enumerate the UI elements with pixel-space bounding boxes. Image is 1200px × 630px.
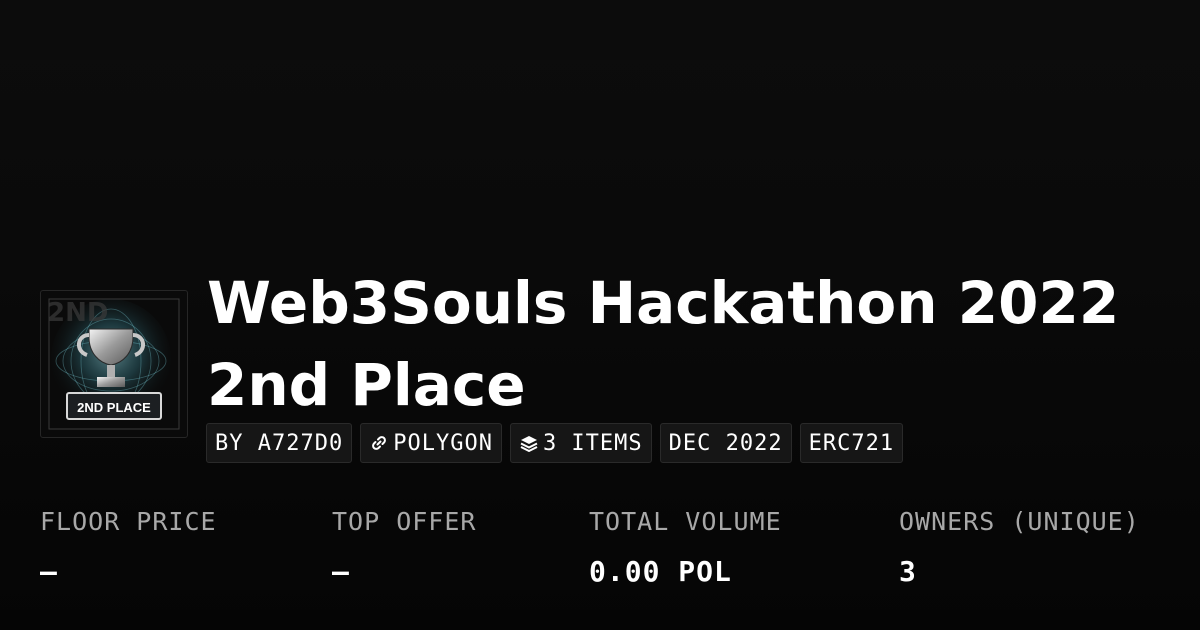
layers-icon [520,436,538,452]
stat-floor-price: FLOOR PRICE – [40,504,217,590]
trophy-icon: 2ND 2ND PLACE [47,298,180,430]
svg-text:2ND PLACE: 2ND PLACE [77,400,151,415]
standard-label: ERC721 [808,430,895,456]
standard-tag: ERC721 [799,423,904,463]
chain-tag[interactable]: POLYGON [360,423,502,463]
stat-label: OWNERS (UNIQUE) [899,507,1140,536]
stat-owners: OWNERS (UNIQUE) 3 [899,504,1140,590]
stat-total-volume: TOTAL VOLUME 0.00 POL [589,504,782,590]
link-icon [372,436,387,450]
items-tag[interactable]: 3 ITEMS [509,423,652,463]
creator-label: BY A727D0 [215,430,344,456]
svg-text:2ND: 2ND [47,298,108,328]
date-label: DEC 2022 [668,430,783,456]
trophy-watermark: 2ND [47,298,108,328]
stat-label: TOTAL VOLUME [589,507,782,536]
collection-tags: BY A727D0 POLYGON 3 ITEMS DEC 2022 ERC72… [206,423,904,463]
stat-top-offer: TOP OFFER – [332,504,476,590]
stat-value: 0.00 POL [589,555,732,588]
stat-value: 3 [899,555,917,588]
chain-label: POLYGON [393,430,493,456]
stat-label: TOP OFFER [332,507,477,536]
stat-label: FLOOR PRICE [40,507,217,536]
stat-value: – [40,555,58,588]
collection-image: 2ND 2ND PLACE [40,290,188,438]
items-label: 3 ITEMS [542,430,643,456]
collection-title: Web3Souls Hackathon 2022 2nd Place [207,269,1120,419]
stat-value: – [332,555,350,588]
creator-tag[interactable]: BY A727D0 [206,423,353,463]
date-tag: DEC 2022 [659,423,792,463]
